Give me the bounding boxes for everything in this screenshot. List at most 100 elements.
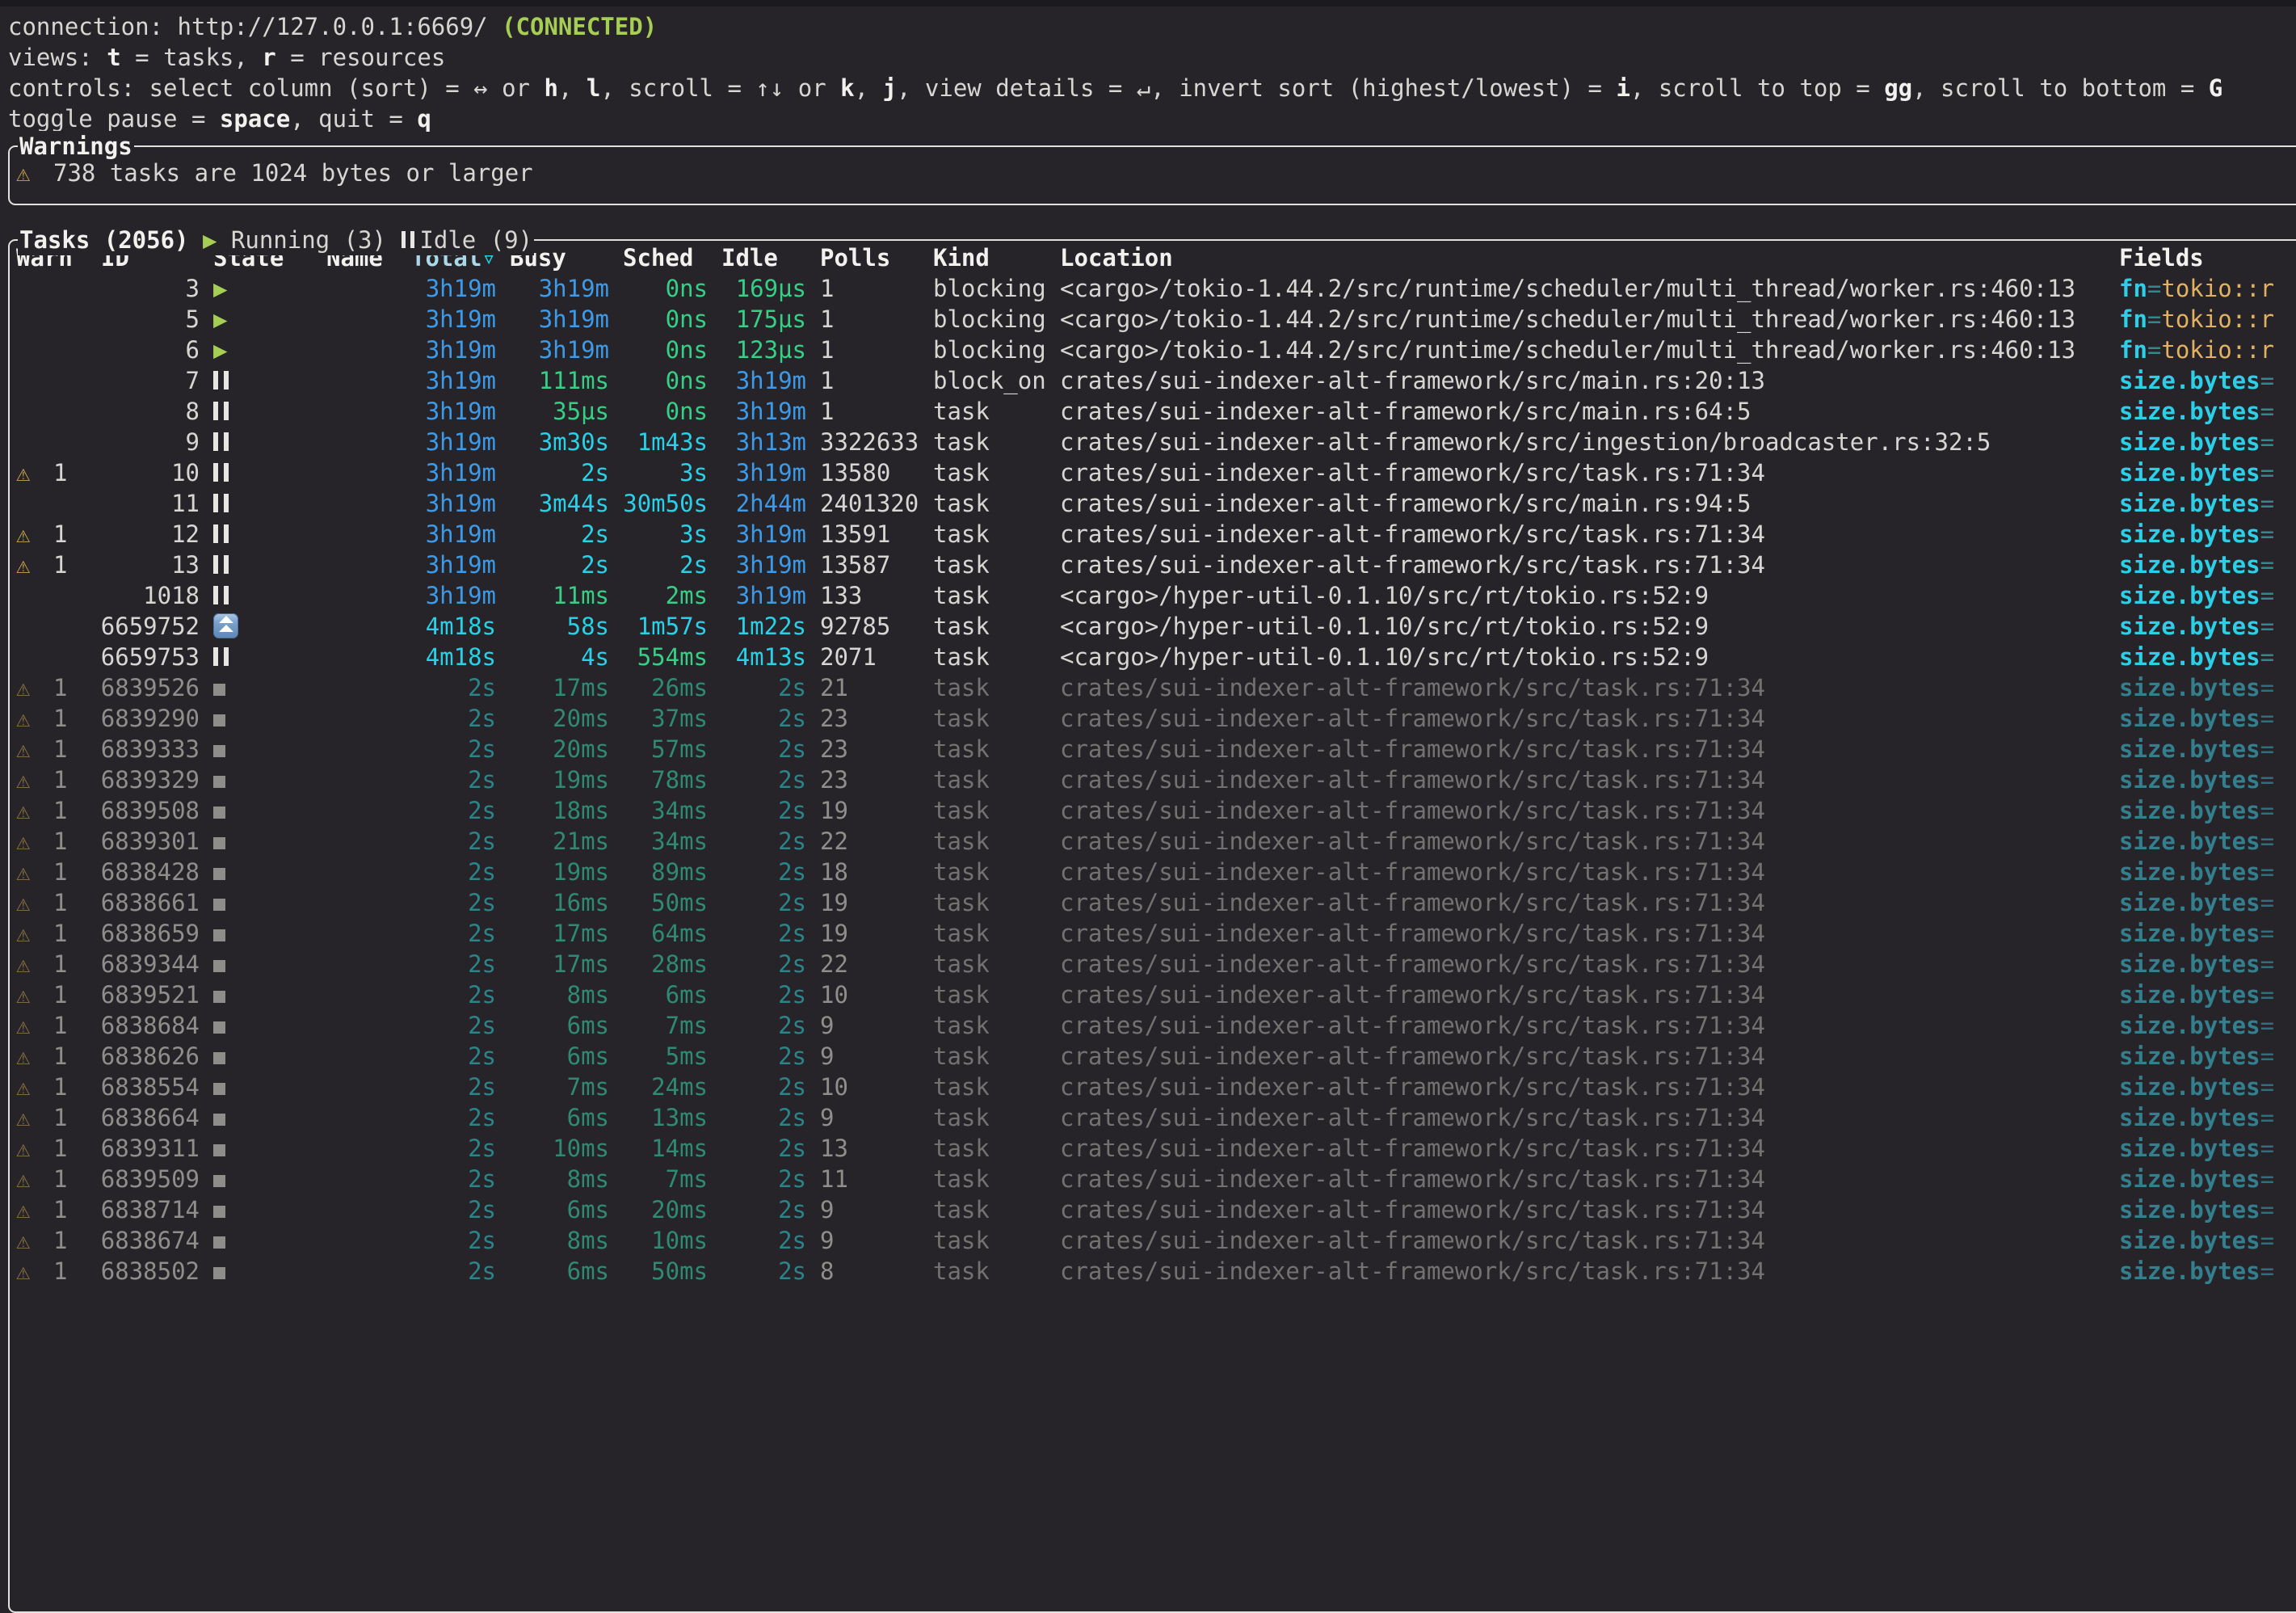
table-row[interactable]: 6659753 4m18s 4s 554ms 4m13s 2071 task <… — [16, 642, 2296, 672]
column-header-fields[interactable]: Fields — [2105, 242, 2296, 273]
column-header-polls[interactable]: Polls — [820, 242, 933, 273]
table-row[interactable]: ⚠1 6839344 2s 17ms 28ms 2s 22 task crate… — [16, 949, 2296, 979]
table-row[interactable]: ⚠1 6838674 2s 8ms 10ms 2s 9 task crates/… — [16, 1225, 2296, 1256]
table-row[interactable]: ⚠1 6839521 2s 8ms 6ms 2s 10 task crates/… — [16, 979, 2296, 1010]
table-row[interactable]: 5 ▶ 3h19m 3h19m 0ns 175µs 1 blocking <ca… — [16, 304, 2296, 335]
task-total-time: 2s — [411, 795, 510, 826]
task-busy-time: 6ms — [510, 1256, 623, 1287]
table-row[interactable]: ⚠1 6838659 2s 17ms 64ms 2s 19 task crate… — [16, 918, 2296, 949]
task-location: crates/sui-indexer-alt-framework/src/tas… — [1060, 949, 2105, 979]
task-sched-time: 50ms — [623, 1256, 721, 1287]
field-equals: = — [2260, 643, 2274, 671]
column-header-sched[interactable]: Sched — [623, 242, 721, 273]
task-name — [326, 857, 411, 887]
task-idle-time: 2s — [721, 887, 820, 918]
task-warn-count: 1 — [53, 1257, 67, 1285]
table-row[interactable]: 1018 3h19m 11ms 2ms 3h19m 133 task <carg… — [16, 580, 2296, 611]
field-equals: = — [2260, 1257, 2274, 1285]
task-state-icon — [200, 734, 326, 764]
task-total-time: 3h19m — [411, 488, 510, 519]
table-row[interactable]: ⚠1 6838714 2s 6ms 20ms 2s 9 task crates/… — [16, 1194, 2296, 1225]
task-fields: fn=tokio::r — [2105, 304, 2296, 335]
column-header-kind[interactable]: Kind — [933, 242, 1060, 273]
table-row[interactable]: ⚠1 12 3h19m 2s 3s 3h19m 13591 task crate… — [16, 519, 2296, 550]
task-location: crates/sui-indexer-alt-framework/src/mai… — [1060, 365, 2105, 396]
task-sched-time: 34ms — [623, 795, 721, 826]
table-row[interactable]: ⚠1 6838428 2s 19ms 89ms 2s 18 task crate… — [16, 857, 2296, 887]
table-row[interactable]: ⚠1 6839329 2s 19ms 78ms 2s 23 task crate… — [16, 764, 2296, 795]
table-row[interactable]: 7 3h19m 111ms 0ns 3h19m 1 block_on crate… — [16, 365, 2296, 396]
task-busy-time: 111ms — [510, 365, 623, 396]
task-sched-time: 14ms — [623, 1133, 721, 1164]
table-row[interactable]: ⚠1 6838661 2s 16ms 50ms 2s 19 task crate… — [16, 887, 2296, 918]
table-row[interactable]: ⚠1 6839509 2s 8ms 7ms 2s 11 task crates/… — [16, 1164, 2296, 1194]
field-equals: = — [2260, 1135, 2274, 1162]
task-fields: size.bytes= — [2105, 826, 2296, 857]
field-equals: = — [2260, 705, 2274, 732]
task-sched-time: 78ms — [623, 764, 721, 795]
table-row[interactable]: ⚠1 6839508 2s 18ms 34ms 2s 19 task crate… — [16, 795, 2296, 826]
table-row[interactable]: ⚠1 6838554 2s 7ms 24ms 2s 10 task crates… — [16, 1072, 2296, 1102]
table-row[interactable]: ⚠1 6838502 2s 6ms 50ms 2s 8 task crates/… — [16, 1256, 2296, 1287]
table-row[interactable]: 6659752 4m18s 58s 1m57s 1m22s 92785 task… — [16, 611, 2296, 642]
task-idle-time: 2s — [721, 1010, 820, 1041]
warning-icon: ⚠ — [16, 764, 53, 795]
task-idle-time: 2s — [721, 703, 820, 734]
task-name — [326, 1102, 411, 1133]
table-row[interactable]: 6 ▶ 3h19m 3h19m 0ns 123µs 1 blocking <ca… — [16, 335, 2296, 365]
field-equals: = — [2260, 735, 2274, 763]
task-state-icon — [200, 764, 326, 795]
fast-up-icon — [213, 613, 238, 638]
table-row[interactable]: ⚠1 6838664 2s 6ms 13ms 2s 9 task crates/… — [16, 1102, 2296, 1133]
column-header-location[interactable]: Location — [1060, 242, 2105, 273]
table-row[interactable]: ⚠1 10 3h19m 2s 3s 3h19m 13580 task crate… — [16, 457, 2296, 488]
task-warn: ⚠1 — [16, 1133, 73, 1164]
task-state-icon — [200, 857, 326, 887]
task-kind: task — [933, 519, 1060, 550]
table-row[interactable]: ⚠1 6839526 2s 17ms 26ms 2s 21 task crate… — [16, 672, 2296, 703]
table-row[interactable]: ⚠1 6838684 2s 6ms 7ms 2s 9 task crates/s… — [16, 1010, 2296, 1041]
task-warn — [16, 488, 73, 519]
table-row[interactable]: ⚠1 6839301 2s 21ms 34ms 2s 22 task crate… — [16, 826, 2296, 857]
task-state-icon: ▶ — [200, 304, 326, 335]
table-row[interactable]: 8 3h19m 35µs 0ns 3h19m 1 task crates/sui… — [16, 396, 2296, 427]
table-row[interactable]: ⚠1 6838626 2s 6ms 5ms 2s 9 task crates/s… — [16, 1041, 2296, 1072]
play-icon: ▶ — [213, 275, 227, 302]
warning-icon: ⚠ — [16, 703, 53, 734]
task-idle-time: 2s — [721, 857, 820, 887]
task-kind: blocking — [933, 304, 1060, 335]
task-sched-time: 50ms — [623, 887, 721, 918]
table-row[interactable]: ⚠1 6839290 2s 20ms 37ms 2s 23 task crate… — [16, 703, 2296, 734]
task-location: crates/sui-indexer-alt-framework/src/tas… — [1060, 979, 2105, 1010]
task-id: 6839329 — [73, 764, 200, 795]
task-fields: size.bytes= — [2105, 642, 2296, 672]
task-polls: 23 — [820, 703, 933, 734]
table-row[interactable]: 9 3h19m 3m30s 1m43s 3h13m 3322633 task c… — [16, 427, 2296, 457]
task-id: 5 — [73, 304, 200, 335]
table-row[interactable]: ⚠1 6839333 2s 20ms 57ms 2s 23 task crate… — [16, 734, 2296, 764]
task-sched-time: 7ms — [623, 1164, 721, 1194]
stop-icon — [213, 1052, 225, 1064]
warning-item: ⚠ 738 tasks are 1024 bytes or larger — [16, 158, 2296, 188]
table-row[interactable]: 3 ▶ 3h19m 3h19m 0ns 169µs 1 blocking <ca… — [16, 273, 2296, 304]
task-state-icon — [200, 457, 326, 488]
warning-icon: ⚠ — [16, 1010, 53, 1041]
task-fields: size.bytes= — [2105, 795, 2296, 826]
task-busy-time: 17ms — [510, 672, 623, 703]
task-id: 7 — [73, 365, 200, 396]
task-state-icon — [200, 611, 326, 642]
task-busy-time: 16ms — [510, 887, 623, 918]
table-row[interactable]: 11 3h19m 3m44s 30m50s 2h44m 2401320 task… — [16, 488, 2296, 519]
task-idle-time: 2h44m — [721, 488, 820, 519]
table-row[interactable]: ⚠1 13 3h19m 2s 2s 3h19m 13587 task crate… — [16, 550, 2296, 580]
column-header-idle[interactable]: Idle — [721, 242, 820, 273]
task-name — [326, 304, 411, 335]
task-busy-time: 3h19m — [510, 273, 623, 304]
task-warn: ⚠1 — [16, 857, 73, 887]
task-kind: task — [933, 703, 1060, 734]
table-row[interactable]: ⚠1 6839311 2s 10ms 14ms 2s 13 task crate… — [16, 1133, 2296, 1164]
task-warn: ⚠1 — [16, 1194, 73, 1225]
task-idle-time: 169µs — [721, 273, 820, 304]
task-warn: ⚠1 — [16, 918, 73, 949]
task-id: 1018 — [73, 580, 200, 611]
